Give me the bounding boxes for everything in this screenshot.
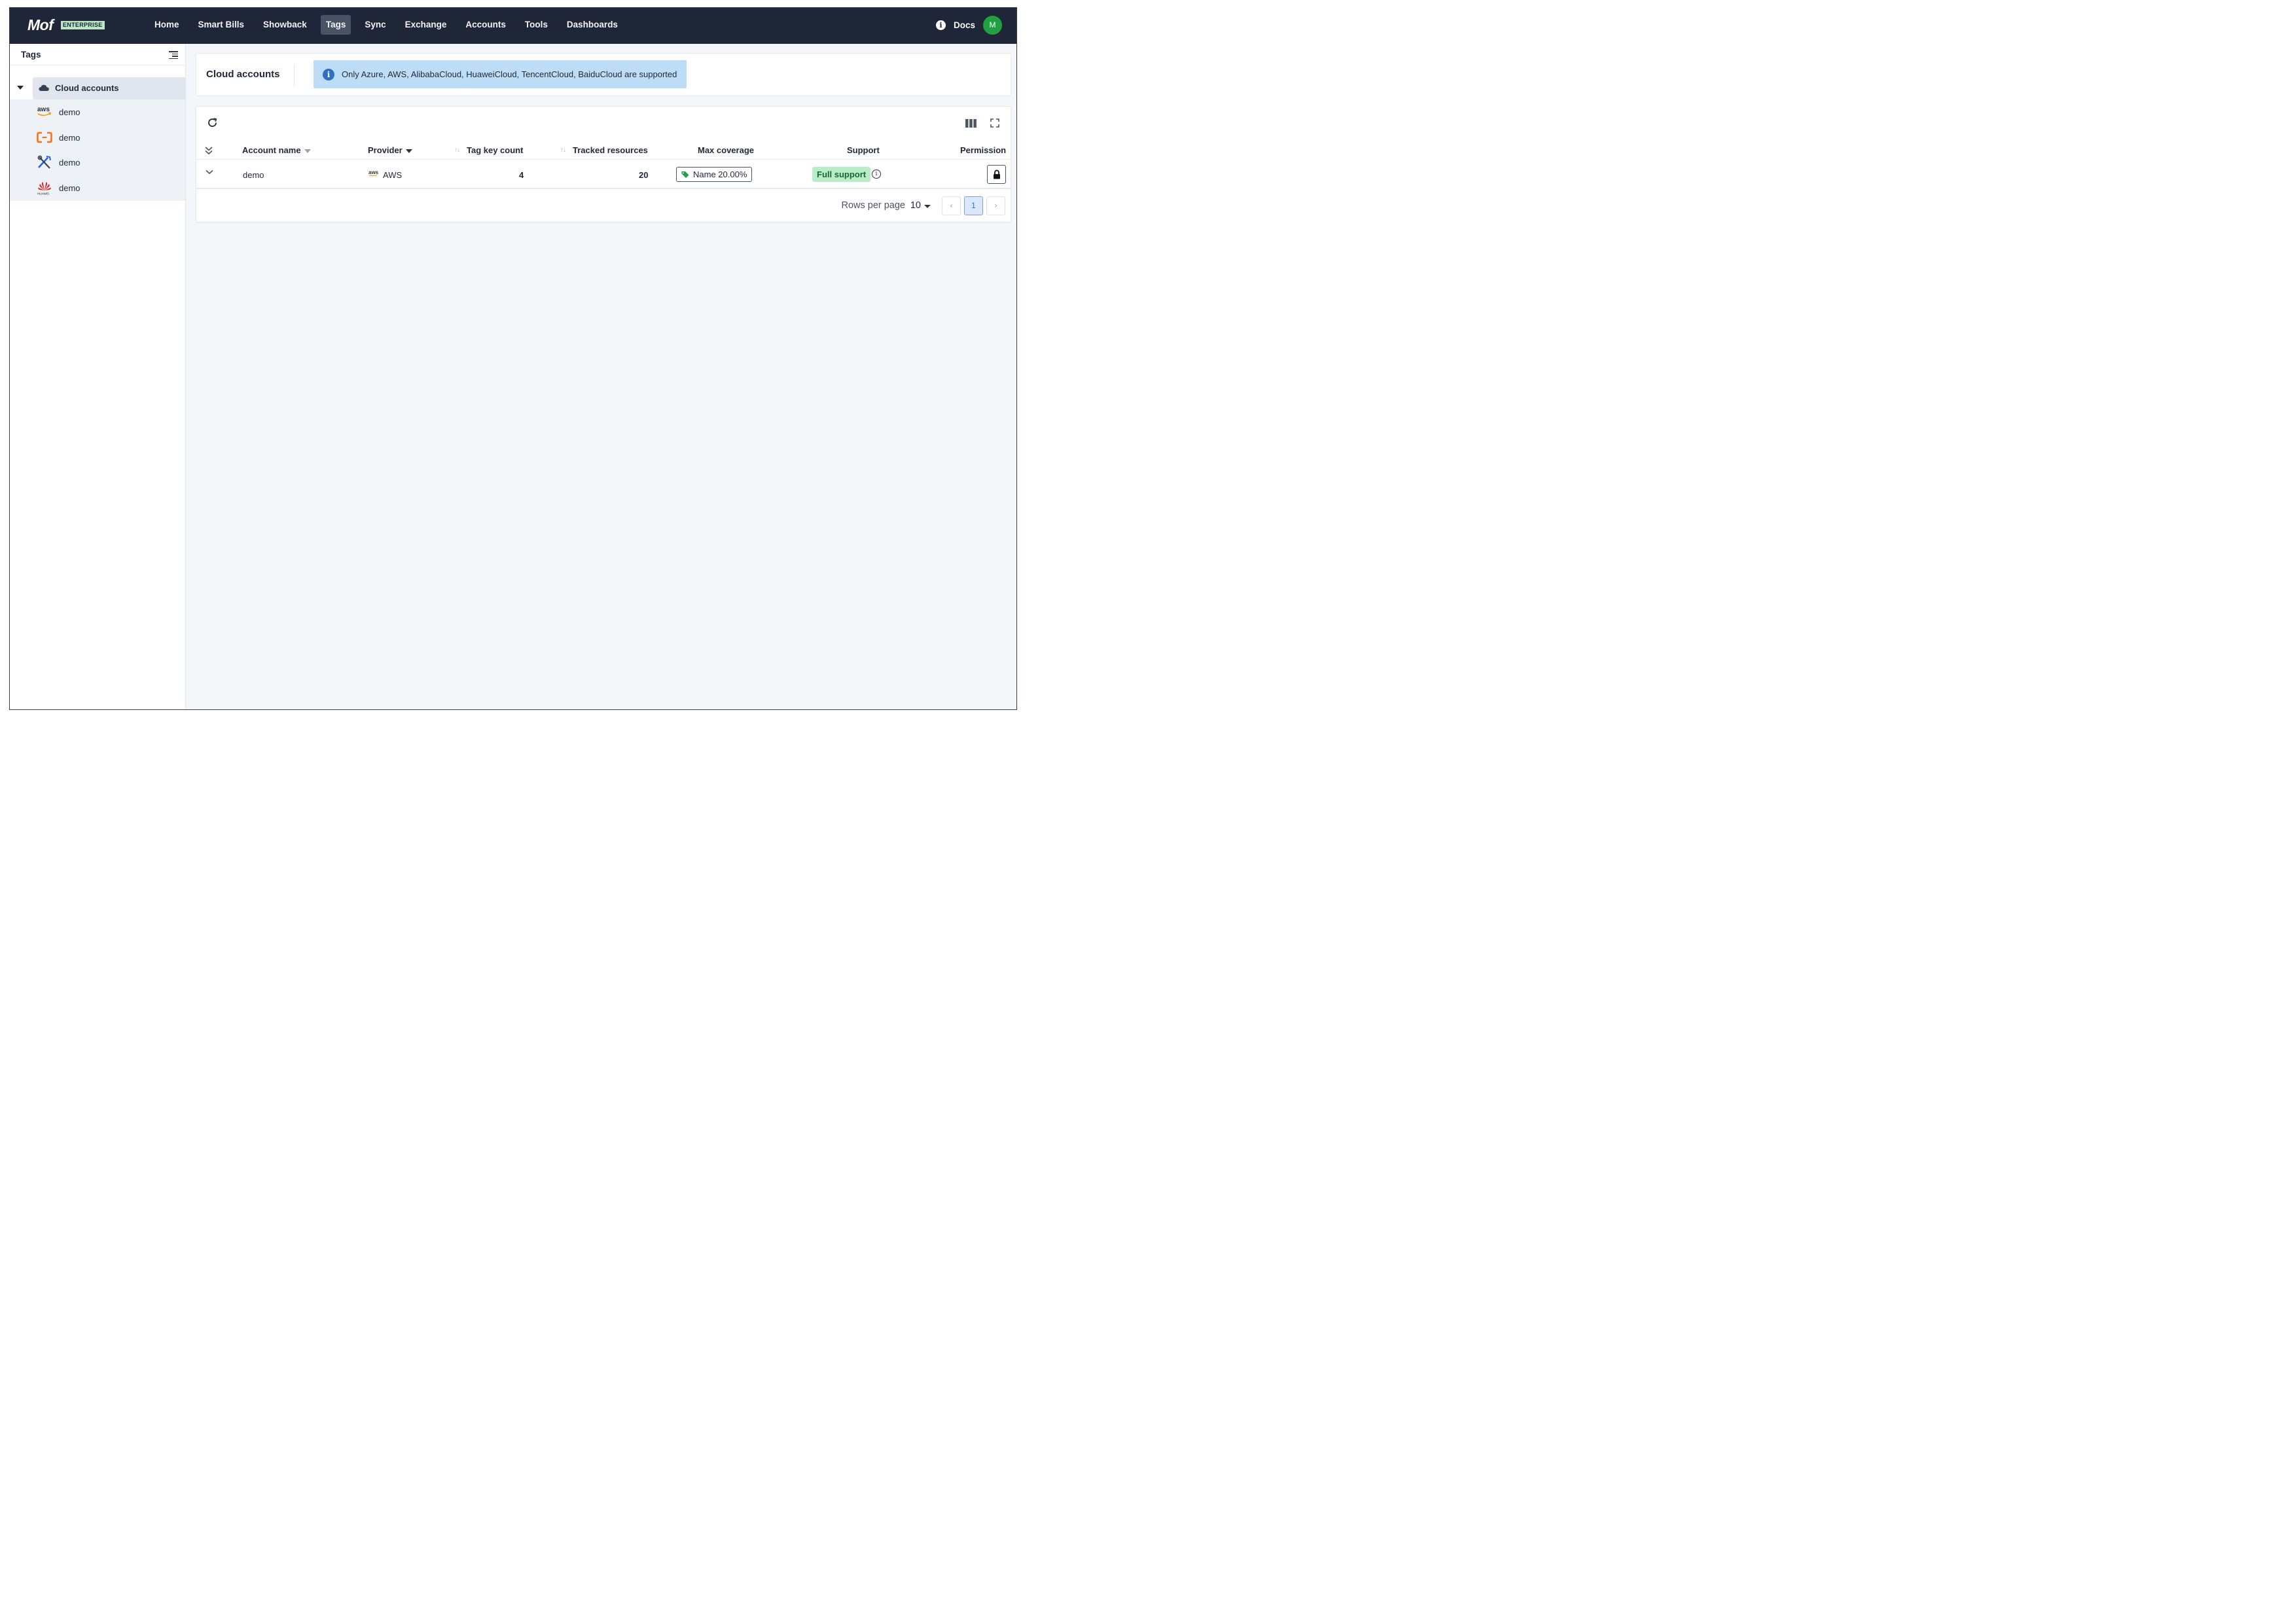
header-divider [294,64,295,86]
account-tree: Cloud accounts aws demo demo demo HUAWEI… [10,77,185,201]
table-header: Account name Provider ↑↓ Tag key count ↑… [196,140,1011,160]
col-permission: Permission [960,145,1007,155]
nav-accounts[interactable]: Accounts [460,15,511,35]
huawei-logo-icon: HUAWEI [37,182,51,196]
tree-item-huawei-demo[interactable]: HUAWEI demo [10,175,185,201]
tools-logo-icon [37,155,51,169]
col-account-name-label: Account name [242,145,301,155]
main-nav: Home Smart Bills Showback Tags Sync Exch… [149,15,632,35]
col-tracked-resources[interactable]: Tracked resources [573,145,648,155]
info-icon[interactable]: i [872,169,881,179]
nav-smart-bills[interactable]: Smart Bills [193,15,250,35]
col-provider-label: Provider [368,145,403,155]
caret-down-icon[interactable] [17,86,24,90]
cloud-icon [39,84,49,91]
sidebar-title: Tags [21,50,41,60]
tree-root-cloud-accounts[interactable]: Cloud accounts [10,77,185,99]
cell-provider: AWS [383,170,403,180]
nav-sync[interactable]: Sync [359,15,391,35]
tree-item-label: demo [59,132,81,143]
nav-showback[interactable]: Showback [258,15,312,35]
alert-text: Only Azure, AWS, AlibabaCloud, HuaweiClo… [342,69,677,79]
chevron-down-icon[interactable] [206,169,213,175]
col-tag-key-count[interactable]: Tag key count [467,145,523,155]
svg-text:HUAWEI: HUAWEI [37,192,49,196]
tree-root-label: Cloud accounts [55,83,119,93]
rows-per-page-label: Rows per page [841,200,905,211]
alibaba-cloud-logo-icon [37,132,52,143]
top-navbar: Mof ENTERPRISE Home Smart Bills Showback… [10,8,1016,44]
aws-logo-text: aws [368,169,379,175]
coverage-chip[interactable]: Name 20.00% [676,167,753,182]
filter-icon[interactable] [405,149,412,153]
table-row[interactable]: demo aws AWS 4 20 Name 20.00% Full suppo… [196,160,1011,189]
cell-tracked-resources: 20 [639,170,649,180]
info-alert: i Only Azure, AWS, AlibabaCloud, HuaweiC… [314,60,687,88]
sidebar-header: Tags [10,44,185,65]
col-account-name[interactable]: Account name [242,145,311,155]
info-icon: i [323,69,334,80]
svg-text:aws: aws [37,106,50,113]
nav-tools[interactable]: Tools [520,15,553,35]
tree-item-label: demo [59,158,81,168]
info-icon[interactable]: i [935,20,946,30]
tree-item-alibaba-demo[interactable]: demo [10,125,185,151]
nav-dashboards[interactable]: Dashboards [562,15,623,35]
refresh-icon[interactable] [207,117,218,128]
tree-item-tools-demo[interactable]: demo [10,150,185,175]
topbar-right: i Docs M [935,16,1002,35]
sort-icon[interactable]: ↑↓ [560,147,566,154]
page-header-card: Cloud accounts i Only Azure, AWS, Alibab… [196,53,1011,96]
edition-badge: ENTERPRISE [61,21,105,29]
col-provider[interactable]: Provider [368,145,412,155]
col-max-coverage: Max coverage [698,145,754,155]
cell-tag-key-count: 4 [519,170,524,180]
page-title: Cloud accounts [206,69,280,80]
nav-tags[interactable]: Tags [320,15,351,35]
aws-logo-icon: aws [368,169,378,176]
app-window: Mof ENTERPRISE Home Smart Bills Showback… [9,7,1017,710]
tag-icon [681,171,689,178]
rows-per-page-select[interactable]: 10 [910,200,921,211]
app-logo[interactable]: Mof [27,16,54,34]
pagination: Rows per page 10 ‹ 1 › [196,196,1011,215]
page-button-1[interactable]: 1 [964,196,983,215]
filter-icon[interactable] [304,149,311,153]
collapse-sidebar-icon[interactable] [169,51,178,59]
docs-link[interactable]: Docs [954,20,975,30]
support-badge: Full support [812,167,871,182]
prev-page-button[interactable]: ‹ [942,196,961,215]
lock-icon [994,169,1000,179]
columns-icon[interactable] [965,119,977,128]
tree-item-label: demo [59,183,81,194]
col-support: Support [847,145,880,155]
aws-logo-icon: aws [37,106,52,116]
sort-icon[interactable]: ↑↓ [454,147,460,154]
next-page-button[interactable]: › [986,196,1005,215]
coverage-label: Name 20.00% [693,169,747,179]
expand-all-icon[interactable] [205,146,213,155]
tree-item-aws-demo[interactable]: aws demo [10,99,185,125]
tree-children: aws demo demo demo HUAWEI demo [10,99,185,201]
sidebar: Tags Cloud accounts aws demo demo demo H… [10,44,186,709]
permission-button[interactable] [987,165,1006,184]
cell-account-name[interactable]: demo [243,170,264,180]
nav-home[interactable]: Home [149,15,185,35]
nav-exchange[interactable]: Exchange [400,15,452,35]
avatar[interactable]: M [983,16,1002,35]
tree-root-pill[interactable]: Cloud accounts [33,77,185,99]
accounts-table-card: Account name Provider ↑↓ Tag key count ↑… [196,106,1011,222]
fullscreen-icon[interactable] [990,118,999,128]
tree-item-label: demo [59,107,81,117]
chevron-down-icon[interactable] [924,205,931,208]
